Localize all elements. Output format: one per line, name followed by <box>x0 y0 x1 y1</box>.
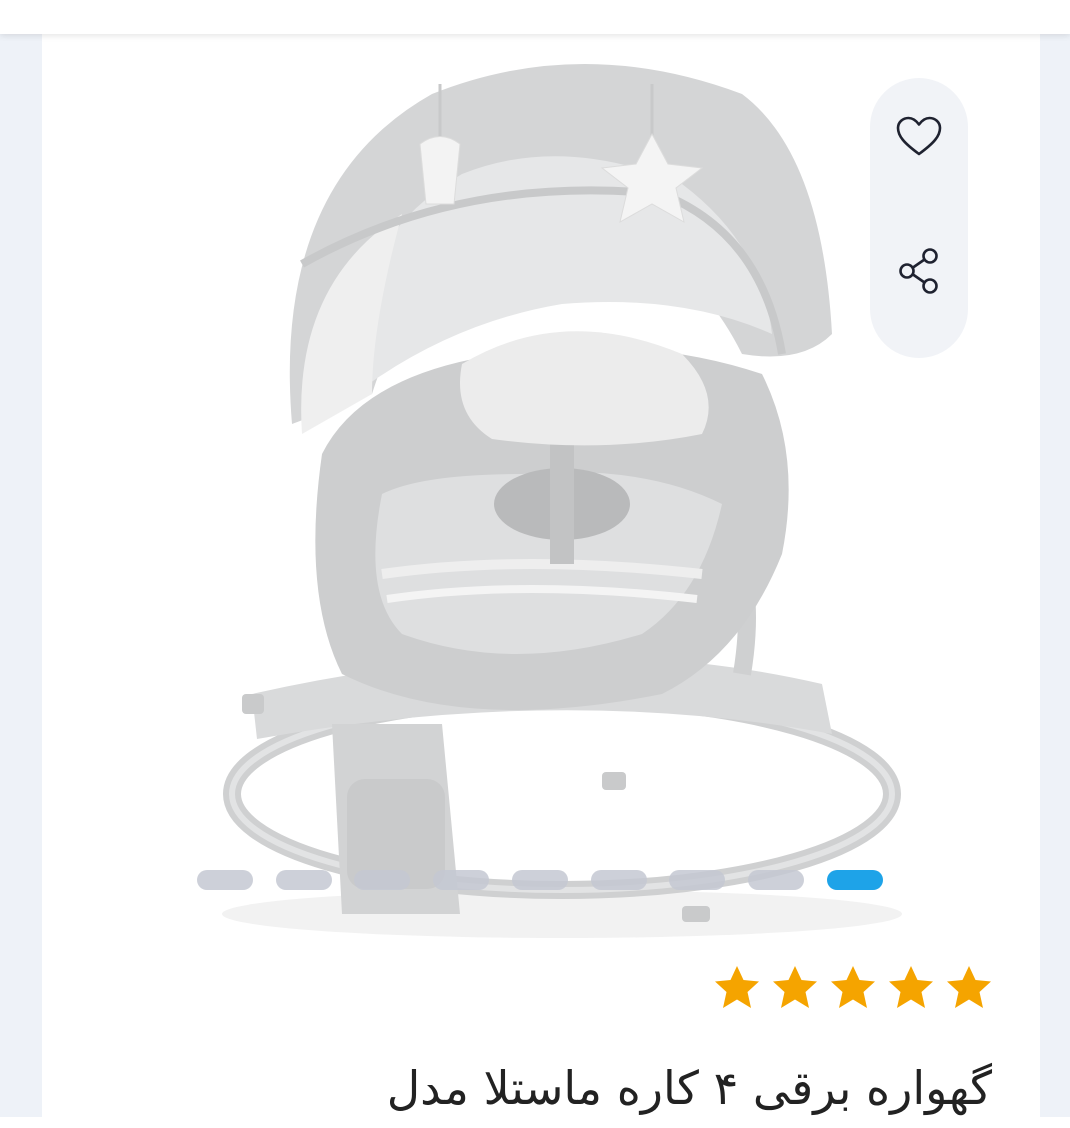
top-app-bar <box>0 0 1070 34</box>
gallery-dot-6[interactable] <box>591 870 647 890</box>
gallery-dot-1[interactable] <box>197 870 253 890</box>
gallery-dot-7[interactable] <box>669 870 725 890</box>
share-button[interactable] <box>894 246 944 296</box>
star-icon <box>946 964 992 1010</box>
gallery-dot-8[interactable] <box>748 870 804 890</box>
gallery-dot-9-active[interactable] <box>827 870 883 890</box>
product-actions-panel <box>870 78 968 358</box>
star-icon <box>830 964 876 1010</box>
star-icon <box>888 964 934 1010</box>
gallery-dot-5[interactable] <box>512 870 568 890</box>
star-icon <box>772 964 818 1010</box>
star-icon <box>714 964 760 1010</box>
product-card: گهواره برقی ۴ کاره ماستلا مدل <box>42 34 1040 1117</box>
heart-outline-icon <box>896 116 942 156</box>
share-icon <box>899 248 938 294</box>
product-title: گهواره برقی ۴ کاره ماستلا مدل <box>386 1061 992 1115</box>
favorite-button[interactable] <box>894 112 944 162</box>
gallery-dot-2[interactable] <box>276 870 332 890</box>
gallery-dot-4[interactable] <box>433 870 489 890</box>
star-rating <box>714 964 992 1010</box>
gallery-dot-3[interactable] <box>354 870 410 890</box>
